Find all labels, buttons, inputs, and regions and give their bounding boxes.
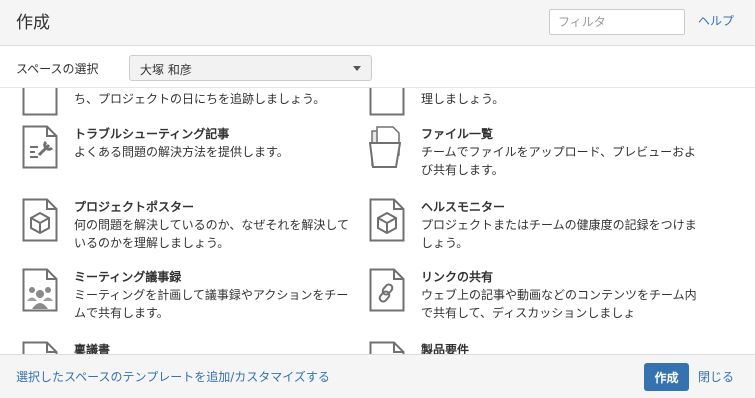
template-description: ミーティングを計画して議事録やアクションをチームで共有します。 [74,288,349,320]
cube-icon [369,198,405,242]
template-item-product-requirements[interactable]: 製品要件 [369,341,699,354]
troubleshooting-icon [22,125,58,169]
template-title: トラブルシューティング記事 [74,127,230,141]
space-select-label: スペースの選択 [16,62,99,76]
cube-icon [22,198,58,242]
template-item-meeting-notes[interactable]: ミーティング議事録 ミーティングを計画して議事録やアクションをチームで共有します… [22,268,352,328]
help-link[interactable]: ヘルプ [698,12,734,29]
template-title: リンクの共有 [421,270,494,284]
space-select[interactable]: 大塚 和彦 [129,55,372,81]
template-title: プロジェクトポスター [74,200,195,214]
template-title: 稟議書 [74,343,111,354]
link-icon [369,268,405,312]
dialog-title: 作成 [16,13,50,33]
template-item-project-poster[interactable]: プロジェクトポスター 何の問題を解決しているのか、なぜそれを解決しているのかを理… [22,198,352,258]
close-button[interactable]: 閉じる [698,368,734,385]
document-icon [369,341,405,354]
dialog-header: 作成 ヘルプ [0,0,755,45]
document-icon [369,88,405,116]
dialog-footer: 選択したスペースのテンプレートを追加/カスタマイズする 作成 閉じる [0,354,755,398]
template-description: 何の問題を解決しているのか、なぜそれを解決しているのかを理解しましょう。 [74,218,350,250]
template-description: プロジェクトまたはチームの健康度の記録をつけましょう。 [421,218,697,250]
template-item-health-monitor[interactable]: ヘルスモニター プロジェクトまたはチームの健康度の記録をつけましょう。 [369,198,699,258]
template-title: ミーティング議事録 [74,270,182,284]
template-description: チームでファイルをアップロード、プレビューおよび共有します。 [421,145,697,177]
space-select-value: 大塚 和彦 [140,63,192,77]
create-button[interactable]: 作成 [644,363,689,391]
template-description: ち、プロジェクトの日にちを追跡しましょう。 [74,92,326,106]
template-item-file-list[interactable]: ファイル一覧 チームでファイルをアップロード、プレビューおよび共有します。 [369,125,699,185]
chevron-down-icon [353,66,361,71]
template-title: 製品要件 [421,343,470,354]
document-icon [22,341,58,354]
template-item-link-sharing[interactable]: リンクの共有 ウェブ上の記事や動画などのコンテンツをチーム内で共有して、ディスカ… [369,268,699,328]
template-title: ファイル一覧 [421,127,494,141]
customize-templates-link[interactable]: 選択したスペースのテンプレートを追加/カスタマイズする [16,368,330,385]
template-list[interactable]: ち、プロジェクトの日にちを追跡しましょう。 理しましょう。 トラブルシューティン… [0,88,755,354]
template-description: よくある問題の解決方法を提供します。 [74,145,289,159]
filter-input[interactable] [549,9,685,35]
folder-icon [369,126,402,168]
space-selector-bar: スペースの選択 大塚 和彦 [0,45,755,88]
template-item-approval-document[interactable]: 稟議書 [22,341,352,354]
template-description: ウェブ上の記事や動画などのコンテンツをチーム内で共有して、ディスカッションしまし… [421,288,697,320]
people-icon [22,268,58,312]
template-title: ヘルスモニター [421,200,506,214]
template-item-troubleshooting[interactable]: トラブルシューティング記事 よくある問題の解決方法を提供します。 [22,125,352,185]
template-description: 理しましょう。 [421,92,505,106]
document-icon [22,88,58,116]
